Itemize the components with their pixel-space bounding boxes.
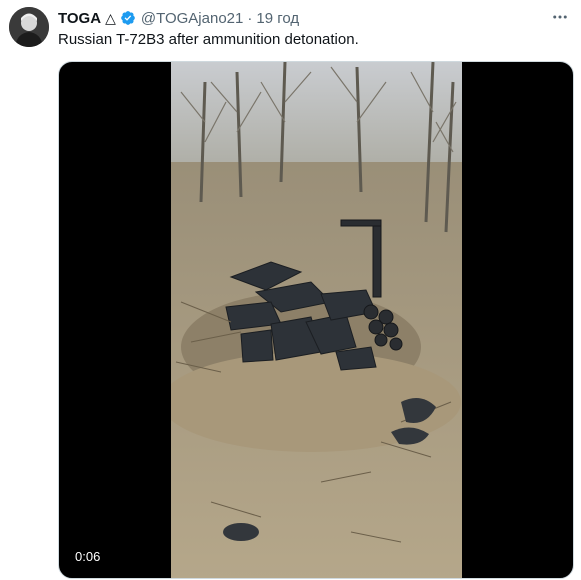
video-duration: 0:06	[69, 547, 107, 566]
display-name[interactable]: TOGA	[58, 10, 101, 27]
user-handle[interactable]: @TOGAjano21	[141, 10, 244, 27]
video-frame[interactable]	[171, 62, 462, 578]
video-thumbnail	[171, 62, 462, 578]
tweet-timestamp[interactable]: 19 год	[256, 10, 299, 27]
verified-badge-icon	[120, 10, 136, 26]
tweet-card[interactable]: TOGA △ @TOGAjano21 · 19 год Russian T-72…	[0, 0, 581, 580]
name-emoji: △	[105, 9, 116, 26]
video-player[interactable]: 0:06	[58, 61, 574, 579]
tweet-header: TOGA △ @TOGAjano21 · 19 год	[58, 8, 299, 28]
tweet-text: Russian T-72B3 after ammunition detonati…	[58, 31, 359, 48]
avatar[interactable]	[9, 7, 49, 47]
avatar-image	[9, 7, 49, 47]
more-options-icon[interactable]	[551, 8, 569, 31]
separator-dot: ·	[247, 9, 253, 27]
